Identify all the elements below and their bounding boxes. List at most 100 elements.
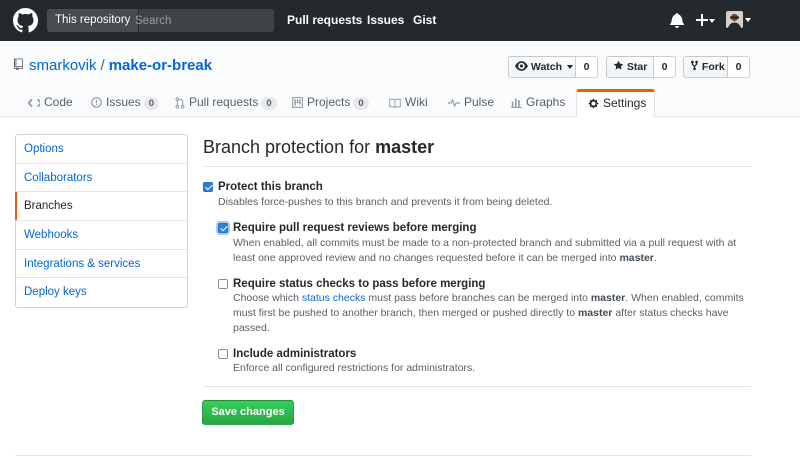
note-text: . When enabled, commits xyxy=(625,292,744,304)
tab-label: Pull requests xyxy=(189,95,259,109)
repo-owner-link[interactable]: smarkovik xyxy=(29,57,97,74)
nav-issues[interactable]: Issues xyxy=(367,0,404,41)
tab-code[interactable]: Code xyxy=(28,89,73,118)
sidebar-item-options[interactable]: Options xyxy=(16,135,187,164)
note-text: must first be pushed to another branch, … xyxy=(233,307,576,319)
repo-separator: / xyxy=(100,57,105,74)
gear-icon xyxy=(588,99,599,109)
protect-branch-checkbox[interactable] xyxy=(203,182,213,192)
projects-count-badge: 0 xyxy=(353,97,369,110)
page-title: Branch protection for master xyxy=(203,137,434,158)
search-box: This repository xyxy=(47,9,274,32)
sidebar-item-collaborators[interactable]: Collaborators xyxy=(16,164,187,193)
save-changes-button[interactable]: Save changes xyxy=(202,400,294,425)
tab-wiki[interactable]: Wiki xyxy=(389,89,428,118)
repo-title: smarkovik / make-or-break xyxy=(29,57,212,74)
note-line: least one approved review and no changes… xyxy=(233,251,753,266)
divider xyxy=(203,386,751,387)
project-icon xyxy=(292,97,303,109)
protect-branch-label: Protect this branch xyxy=(218,181,323,193)
fork-count[interactable]: 0 xyxy=(728,56,750,78)
sidebar-item-integrations[interactable]: Integrations & services xyxy=(16,250,187,279)
fork-icon xyxy=(691,60,698,71)
note-line: Choose which status checks must pass bef… xyxy=(233,291,753,306)
fork-button[interactable]: Fork xyxy=(683,56,728,78)
tab-projects[interactable]: Projects 0 xyxy=(292,89,369,118)
pull-requests-count-badge: 0 xyxy=(261,97,277,110)
bell-icon[interactable] xyxy=(670,12,684,28)
tab-pull-requests[interactable]: Pull requests 0 xyxy=(175,89,277,118)
require-reviews-note: When enabled, all commits must be made t… xyxy=(233,236,753,266)
include-administrators-note: Enforce all configured restrictions for … xyxy=(233,362,476,374)
nav-gist[interactable]: Gist xyxy=(413,0,436,41)
search-input[interactable] xyxy=(129,9,269,32)
star-count[interactable]: 0 xyxy=(654,56,676,78)
require-reviews-checkbox[interactable] xyxy=(218,223,228,233)
tab-label: Wiki xyxy=(405,95,428,109)
tab-graphs[interactable]: Graphs xyxy=(511,89,565,118)
divider xyxy=(203,166,751,167)
sidebar-item-webhooks[interactable]: Webhooks xyxy=(16,221,187,250)
graph-icon xyxy=(511,98,522,109)
sidebar-item-branches[interactable]: Branches xyxy=(15,192,187,222)
issues-count-badge: 0 xyxy=(143,97,159,110)
page-title-branch: master xyxy=(375,137,435,157)
plus-icon xyxy=(696,14,708,26)
tab-label: Projects xyxy=(307,95,351,109)
note-line: must first be pushed to another branch, … xyxy=(233,306,753,321)
include-administrators-label: Include administrators xyxy=(233,348,357,360)
require-status-checks-checkbox[interactable] xyxy=(218,279,228,289)
tab-label: Graphs xyxy=(526,95,566,109)
tab-settings[interactable]: Settings xyxy=(576,89,655,118)
note-text: after status checks have xyxy=(615,307,729,319)
github-logo-icon[interactable] xyxy=(13,8,38,33)
watch-label: Watch xyxy=(530,61,563,73)
avatar xyxy=(726,11,743,28)
fork-label: Fork xyxy=(701,61,725,73)
pull-request-icon xyxy=(175,97,185,109)
chevron-down-icon xyxy=(566,65,573,69)
tab-label: Code xyxy=(44,95,73,109)
page-title-prefix: Branch protection for xyxy=(203,137,371,157)
require-status-checks-note: Choose which status checks must pass bef… xyxy=(233,291,753,336)
watch-button[interactable]: Watch xyxy=(508,56,576,78)
tab-issues[interactable]: Issues 0 xyxy=(91,89,159,118)
chevron-down-icon xyxy=(745,18,751,22)
require-reviews-label: Require pull request reviews before merg… xyxy=(233,222,477,234)
tab-pulse[interactable]: Pulse xyxy=(448,89,494,118)
tab-label: Issues xyxy=(106,95,141,109)
star-button[interactable]: Star xyxy=(606,56,654,78)
star-label: Star xyxy=(626,61,648,73)
footer-divider xyxy=(15,455,751,456)
tab-label: Settings xyxy=(603,96,647,110)
branch-name: master xyxy=(590,292,626,304)
tab-label: Pulse xyxy=(464,95,495,109)
nav-pull-requests[interactable]: Pull requests xyxy=(287,0,362,41)
include-administrators-checkbox[interactable] xyxy=(218,349,228,359)
search-scope-label: This repository xyxy=(47,9,140,32)
note-text: must pass before branches can be merged … xyxy=(368,292,588,304)
require-status-checks-label: Require status checks to pass before mer… xyxy=(233,278,486,290)
repo-icon xyxy=(14,58,23,71)
note-line: When enabled, all commits must be made t… xyxy=(233,237,737,249)
pulse-icon xyxy=(448,98,460,108)
branch-name: master xyxy=(577,307,613,319)
settings-sidebar: Options Collaborators Branches Webhooks … xyxy=(15,134,188,309)
note-text: Choose which xyxy=(233,292,299,304)
user-menu[interactable] xyxy=(726,11,752,29)
code-icon xyxy=(28,98,40,108)
eye-icon xyxy=(515,61,528,71)
sidebar-item-deploy-keys[interactable]: Deploy keys xyxy=(16,278,187,307)
create-new-menu[interactable] xyxy=(696,12,718,28)
watch-count[interactable]: 0 xyxy=(576,56,598,78)
note-line: passed. xyxy=(233,322,270,334)
star-icon xyxy=(613,60,624,70)
chevron-down-icon xyxy=(709,19,715,23)
repo-name-link[interactable]: make-or-break xyxy=(109,57,212,74)
wiki-icon xyxy=(389,98,401,108)
repo-header: smarkovik / make-or-break Watch 0 Star 0 F… xyxy=(0,41,800,118)
issue-icon xyxy=(91,97,102,109)
status-checks-link[interactable]: status checks xyxy=(302,292,366,304)
note-text: least one approved review and no changes… xyxy=(233,252,617,264)
top-header: This repository Pull requests Issues Gis… xyxy=(0,0,800,41)
